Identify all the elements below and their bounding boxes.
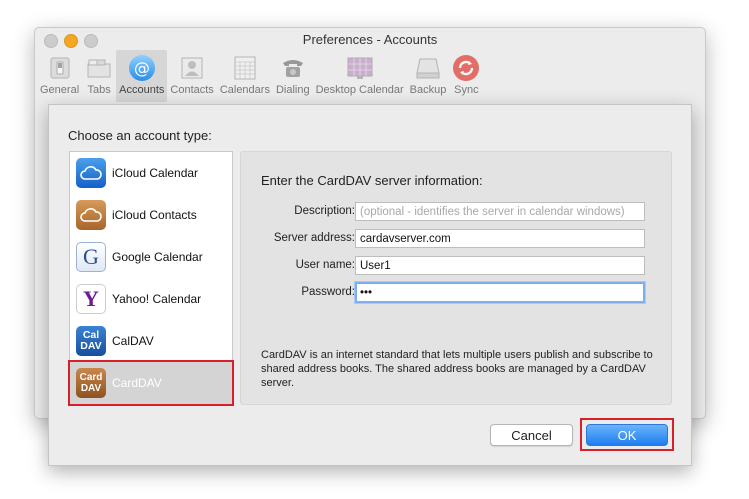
- choose-account-type-label: Choose an account type:: [68, 128, 212, 143]
- toolbar-tabs[interactable]: Tabs: [82, 50, 116, 102]
- switch-icon: [46, 54, 74, 82]
- account-type-label: Yahoo! Calendar: [112, 292, 202, 306]
- account-type-sheet: Choose an account type: iCloud Calendar …: [48, 104, 692, 466]
- telephone-icon: [279, 54, 307, 82]
- toolbar-calendars[interactable]: Calendars: [217, 50, 273, 102]
- account-type-google-calendar[interactable]: G Google Calendar: [70, 236, 232, 278]
- toolbar-label: General: [40, 84, 80, 96]
- carddav-description: CardDAV is an internet standard that let…: [261, 349, 653, 389]
- server-address-label: Server address:: [273, 232, 355, 244]
- user-name-field[interactable]: [355, 256, 645, 275]
- drive-icon: [414, 54, 442, 82]
- toolbar-general[interactable]: General: [37, 50, 82, 102]
- account-type-label: Google Calendar: [112, 250, 203, 264]
- caldav-icon-text: DAV: [80, 340, 102, 352]
- password-field[interactable]: [355, 282, 645, 303]
- account-type-label: iCloud Calendar: [112, 166, 199, 180]
- account-type-icloud-calendar[interactable]: iCloud Calendar: [70, 152, 232, 194]
- account-type-label: CalDAV: [112, 334, 154, 348]
- svg-text:@: @: [134, 59, 150, 78]
- toolbar-sync[interactable]: Sync: [449, 50, 483, 102]
- account-type-label: CardDAV: [112, 376, 162, 390]
- window-title: Preferences - Accounts: [302, 32, 438, 47]
- toolbar-contacts[interactable]: Contacts: [167, 50, 216, 102]
- server-address-field[interactable]: [355, 229, 645, 248]
- password-row: Password:: [241, 282, 671, 303]
- description-field[interactable]: [355, 202, 645, 221]
- server-address-row: Server address:: [241, 229, 671, 249]
- carddav-icon-text: Card: [79, 372, 103, 383]
- carddav-icon: Card DAV: [76, 368, 106, 398]
- yahoo-icon: Y: [76, 284, 106, 314]
- toolbar-backup[interactable]: Backup: [407, 50, 450, 102]
- description-row: Description:: [241, 202, 671, 222]
- account-type-list: iCloud Calendar iCloud Contacts G Google…: [69, 151, 233, 405]
- toolbar-label: Calendars: [219, 84, 270, 96]
- toolbar-label: Dialing: [275, 84, 310, 96]
- toolbar-label: Accounts: [119, 84, 165, 96]
- toolbar-label: Backup: [409, 84, 447, 96]
- toolbar-label: Sync: [454, 84, 479, 96]
- google-icon-letter: G: [83, 244, 99, 269]
- account-type-caldav[interactable]: Cal DAV CalDAV: [70, 320, 232, 362]
- icloud-calendar-icon: [76, 158, 106, 188]
- password-label: Password:: [301, 286, 355, 298]
- desktop-calendar-icon: [346, 54, 374, 82]
- toolbar-label: Contacts: [170, 84, 214, 96]
- icloud-contacts-icon: [76, 200, 106, 230]
- toolbar-label: Desktop Calendar: [315, 84, 404, 96]
- zoom-window-button[interactable]: [84, 34, 98, 48]
- minimize-window-button[interactable]: [64, 34, 78, 48]
- yahoo-icon-letter: Y: [83, 286, 99, 311]
- account-type-icloud-contacts[interactable]: iCloud Contacts: [70, 194, 232, 236]
- toolbar-accounts[interactable]: @ Accounts: [116, 50, 168, 102]
- toolbar-desktop-calendar[interactable]: Desktop Calendar: [313, 50, 407, 102]
- sync-icon: [452, 54, 480, 82]
- cancel-button[interactable]: Cancel: [490, 424, 573, 446]
- at-sign-icon: @: [128, 54, 156, 82]
- tabs-icon: [85, 54, 113, 82]
- calendar-grid-icon: [231, 54, 259, 82]
- server-info-panel: Enter the CardDAV server information: De…: [240, 151, 672, 405]
- ok-button[interactable]: OK: [586, 424, 668, 446]
- account-type-carddav[interactable]: Card DAV CardDAV: [70, 362, 232, 404]
- account-type-yahoo-calendar[interactable]: Y Yahoo! Calendar: [70, 278, 232, 320]
- close-window-button[interactable]: [44, 34, 58, 48]
- server-info-title: Enter the CardDAV server information:: [261, 173, 483, 188]
- carddav-icon-text: DAV: [80, 383, 102, 394]
- contact-card-icon: [178, 54, 206, 82]
- user-name-label: User name:: [295, 259, 355, 271]
- user-name-row: User name:: [241, 256, 671, 276]
- google-icon: G: [76, 242, 106, 272]
- description-label: Description:: [294, 205, 355, 217]
- account-type-label: iCloud Contacts: [112, 208, 197, 222]
- toolbar-label: Tabs: [87, 84, 111, 96]
- toolbar-dialing[interactable]: Dialing: [273, 50, 313, 102]
- preferences-toolbar: General Tabs @ Accounts Contacts Calenda…: [35, 50, 705, 106]
- caldav-icon: Cal DAV: [76, 326, 106, 356]
